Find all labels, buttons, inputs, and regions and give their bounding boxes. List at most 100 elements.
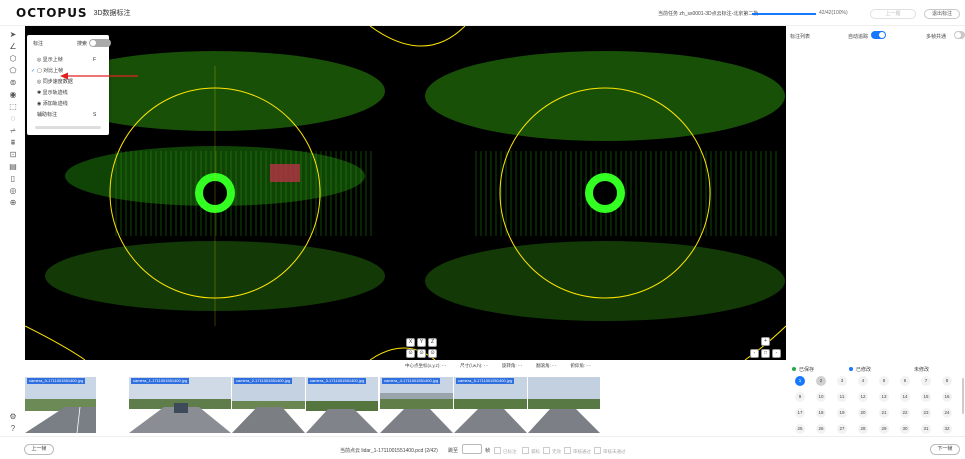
menu-show-prev-frame[interactable]: ◎ 显示上帧 F (37, 57, 96, 64)
display-settings-panel: 标注 搜索 ◎ 显示上帧 F ✓ ▢ 对比上帧 ◎ 同步速度数据 ✱ 显示轨迹线 ◉… (27, 35, 111, 135)
menu-assist-annotation[interactable]: 辅助标注 S (37, 112, 96, 119)
frame-number-32[interactable]: 32 (942, 424, 952, 434)
frame-number-23[interactable]: 23 (921, 408, 931, 418)
view-side-button[interactable]: ⊙ (417, 349, 426, 358)
frame-number-19[interactable]: 19 (837, 408, 847, 418)
select-arrow-icon[interactable]: ➤ (8, 30, 18, 40)
view-front-button[interactable]: ⊙ (406, 349, 415, 358)
frame-number-8[interactable]: 8 (942, 376, 952, 386)
frame-number-27[interactable]: 27 (837, 424, 847, 434)
frame-number-9[interactable]: 9 (795, 392, 805, 402)
frame-number-31[interactable]: 31 (921, 424, 931, 434)
next-frame-button[interactable]: 下一帧 (930, 444, 960, 455)
eye-icon[interactable]: ◎ (8, 186, 18, 196)
frame-grid-scrollbar[interactable] (962, 378, 964, 414)
axis-x-button[interactable]: X (406, 338, 415, 347)
minimize-view-button[interactable]: - (772, 349, 781, 358)
zoom-in-button[interactable]: + (761, 337, 770, 346)
camera-label: camera_1-1711001551400.jpg (131, 378, 190, 384)
previous-task-button[interactable]: 上一题 (870, 9, 916, 19)
view-top-button[interactable]: ⊙ (428, 349, 437, 358)
file-icon[interactable]: ▯ (8, 174, 18, 184)
center-coord: 中心点坐标(x,y,z): - - (405, 363, 447, 368)
multi-frame-switch[interactable] (954, 31, 965, 39)
target-icon[interactable]: ◉ (8, 90, 18, 100)
lasso-icon[interactable]: ◌ (8, 114, 18, 124)
menu-sync-speed[interactable]: ◎ 同步速度数据 (37, 79, 73, 86)
frame-number-17[interactable]: 17 (795, 408, 805, 418)
frame-number-29[interactable]: 29 (879, 424, 889, 434)
fit-view-button[interactable]: □ (761, 349, 770, 358)
camera-image (528, 377, 600, 433)
panel-slider[interactable] (35, 126, 101, 129)
auto-track-label: 自动追踪 (848, 34, 869, 40)
camera-thumb-3[interactable]: camera_3-1711001551400.jpg (306, 377, 378, 433)
frame-number-2[interactable]: 2 (816, 376, 826, 386)
checkbox-annotated[interactable]: 已标注 (494, 447, 517, 455)
pin-icon[interactable]: ⊚ (8, 78, 18, 88)
help-icon[interactable]: ? (8, 424, 18, 434)
frame-number-3[interactable]: 3 (837, 376, 847, 386)
frame-number-5[interactable]: 5 (879, 376, 889, 386)
axis-z-button[interactable]: Z (428, 338, 437, 347)
axis-y-button[interactable]: Y (417, 338, 426, 347)
frame-number-26[interactable]: 26 (816, 424, 826, 434)
frame-number-21[interactable]: 21 (879, 408, 889, 418)
frame-number-11[interactable]: 11 (837, 392, 847, 402)
frame-number-1[interactable]: 1 (795, 376, 805, 386)
frame-number-16[interactable]: 16 (942, 392, 952, 402)
polygon-icon[interactable]: ⬠ (8, 66, 18, 76)
camera-thumb-1[interactable]: camera_1-1711001551400.jpg (129, 377, 231, 433)
frame-number-22[interactable]: 22 (900, 408, 910, 418)
menu-add-trajectory[interactable]: ◉ 添加轨迹线 (37, 101, 68, 108)
frame-number-7[interactable]: 7 (921, 376, 931, 386)
app-logo: OCTOPUS (16, 5, 88, 20)
frame-number-10[interactable]: 10 (816, 392, 826, 402)
frame-number-25[interactable]: 25 (795, 424, 805, 434)
camera-image (306, 377, 378, 433)
frame-number-20[interactable]: 20 (858, 408, 868, 418)
menu-shortcut: F (93, 57, 97, 63)
panel-toggle[interactable] (89, 39, 111, 47)
pen-icon[interactable]: ∠ (8, 42, 18, 52)
frame-number-4[interactable]: 4 (858, 376, 868, 386)
frame-number-28[interactable]: 28 (858, 424, 868, 434)
exit-annotation-button[interactable]: 退出标注 (924, 9, 960, 19)
frame-icon[interactable]: ⊡ (8, 150, 18, 160)
camera-label: camera_0-1711001551400.jpg (27, 378, 86, 384)
box-select-icon[interactable]: ⬚ (8, 102, 18, 112)
task-progress-fill (752, 13, 816, 15)
camera-image (25, 377, 96, 433)
checkbox-rejected[interactable]: 审核未通过 (594, 447, 626, 455)
frame-number-13[interactable]: 13 (879, 392, 889, 402)
frame-number-24[interactable]: 24 (942, 408, 952, 418)
split-icon[interactable]: ⩫ (8, 126, 18, 136)
auto-track-switch[interactable] (871, 31, 886, 39)
header: OCTOPUS 3D数据标注 当前任务 zh_ss0001-3D点云标注-北京第… (0, 0, 965, 26)
frame-number-30[interactable]: 30 (900, 424, 910, 434)
camera-thumb-4[interactable]: camera_4-1711001551400.jpg (380, 377, 453, 433)
right-scan (425, 51, 785, 321)
frame-number-12[interactable]: 12 (858, 392, 868, 402)
checkbox-invalid[interactable]: 无效 (543, 447, 561, 455)
document-icon[interactable]: ▤ (8, 162, 18, 172)
frame-number-18[interactable]: 18 (816, 408, 826, 418)
jump-frame-input[interactable] (462, 444, 482, 454)
prev-frame-button[interactable]: 上一帧 (24, 444, 54, 455)
zoom-icon[interactable]: ⊕ (8, 198, 18, 208)
checkbox-approved[interactable]: 审核通过 (564, 447, 591, 455)
frame-number-14[interactable]: 14 (900, 392, 910, 402)
menu-show-trajectory[interactable]: ✱ 显示轨迹线 (37, 90, 68, 97)
camera-thumb-5[interactable]: camera_5-1711001551400.jpg (454, 377, 527, 433)
zoom-out-button[interactable]: - (750, 349, 759, 358)
cube-icon[interactable]: ⬡ (8, 54, 18, 64)
menu-label: 添加轨迹线 (42, 101, 68, 107)
frame-number-15[interactable]: 15 (921, 392, 931, 402)
settings-gear-icon[interactable]: ⚙ (8, 412, 18, 422)
checkbox-missing[interactable]: 漏标 (522, 447, 540, 455)
frame-number-6[interactable]: 6 (900, 376, 910, 386)
camera-thumb-0[interactable]: camera_0-1711001551400.jpg (25, 377, 96, 433)
camera-thumb-2[interactable]: camera_2-1711001551400.jpg (232, 377, 305, 433)
camera-thumb-6[interactable] (528, 377, 600, 433)
merge-icon[interactable]: ⩩ (8, 138, 18, 148)
